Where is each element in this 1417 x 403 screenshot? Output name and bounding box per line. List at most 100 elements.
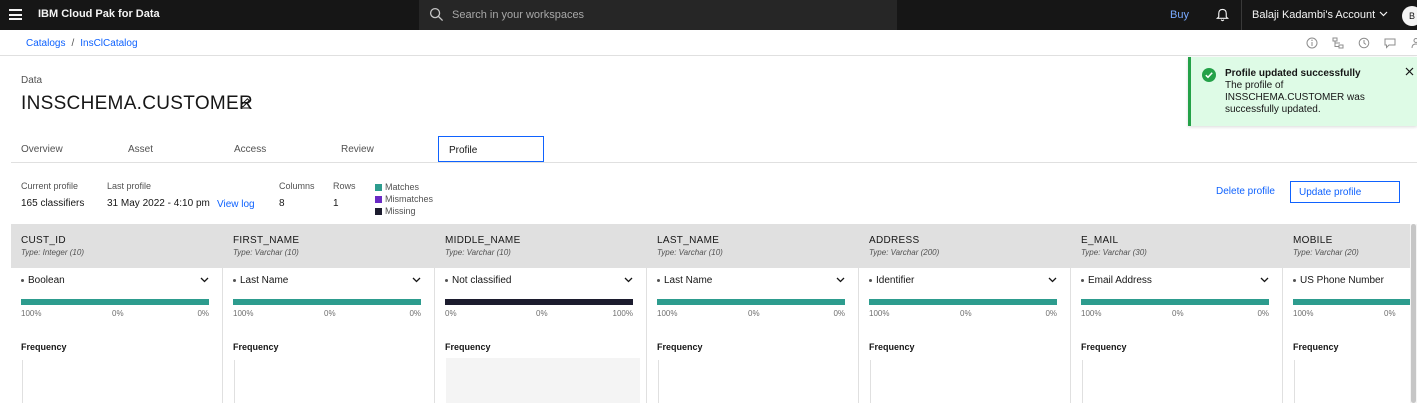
chevron-down-icon: [412, 275, 421, 286]
tab-profile[interactable]: Profile: [438, 136, 544, 162]
column-name: MOBILE: [1293, 235, 1333, 246]
chevron-down-icon: [1260, 275, 1269, 286]
column-header: CUST_ID Type: Integer (10): [11, 224, 222, 268]
asset-tabs: Overview Asset Access Review Profile: [11, 136, 1417, 163]
bullet-icon: [869, 278, 872, 282]
search-bar: [419, 0, 897, 30]
toast-title: Profile updated successfully: [1225, 68, 1361, 79]
classifier-dropdown[interactable]: Identifier: [869, 275, 1057, 289]
column-name: LAST_NAME: [657, 235, 720, 246]
quality-bar: [657, 299, 845, 305]
column-header: MIDDLE_NAME Type: Varchar (10): [435, 224, 646, 268]
column-type: Type: Varchar (30): [1081, 248, 1147, 257]
legend-swatch-missing: [375, 208, 382, 215]
breadcrumb: Catalogs / InsClCatalog: [26, 38, 138, 49]
mismatch-percent: 0%: [1384, 309, 1396, 318]
match-percent: 100%: [233, 309, 254, 318]
tab-overview[interactable]: Overview: [11, 136, 117, 162]
app-title[interactable]: IBM Cloud Pak for Data: [38, 8, 160, 20]
columns-label: Columns: [279, 181, 315, 191]
close-icon[interactable]: [1405, 67, 1414, 76]
column-type: Type: Varchar (10): [657, 248, 723, 257]
avatar[interactable]: B: [1402, 6, 1417, 26]
column-card: ADDRESS Type: Varchar (200) Identifier 100%…: [859, 224, 1071, 403]
column-header: MOBILE Type: Varchar (20): [1283, 224, 1411, 268]
quality-bar: [1081, 299, 1269, 305]
column-card: LAST_NAME Type: Varchar (10) Last Name 100%…: [647, 224, 859, 403]
search-input[interactable]: [452, 0, 882, 30]
missing-percent: 0%: [197, 309, 209, 318]
match-percent: 100%: [869, 309, 890, 318]
last-profile-value: 31 May 2022 - 4:10 pm: [107, 198, 210, 209]
legend-swatch-matches: [375, 184, 382, 191]
hamburger-menu-icon[interactable]: [9, 9, 22, 20]
tab-asset[interactable]: Asset: [118, 136, 224, 162]
column-name: MIDDLE_NAME: [445, 235, 521, 246]
success-toast: Profile updated successfully The profile…: [1188, 57, 1417, 126]
column-type: Type: Integer (10): [21, 248, 84, 257]
mismatch-percent: 0%: [748, 309, 760, 318]
mismatch-percent: 0%: [324, 309, 336, 318]
view-log-link[interactable]: View log: [217, 199, 255, 210]
match-percent: 100%: [21, 309, 42, 318]
classifier-dropdown[interactable]: Boolean: [21, 275, 209, 289]
classifier-dropdown[interactable]: Not classified: [445, 275, 633, 289]
chevron-down-icon: [836, 275, 845, 286]
frequency-label: Frequency: [21, 342, 67, 352]
current-profile-label: Current profile: [21, 181, 79, 191]
people-icon[interactable]: [1410, 37, 1417, 49]
buy-link[interactable]: Buy: [1170, 9, 1189, 21]
classifier-value: US Phone Number: [1300, 275, 1384, 286]
tab-review[interactable]: Review: [331, 136, 437, 162]
classifier-dropdown[interactable]: Last Name: [233, 275, 421, 289]
frequency-chart: [1082, 360, 1083, 403]
classifier-dropdown[interactable]: Email Address: [1081, 275, 1269, 289]
tab-access[interactable]: Access: [224, 136, 330, 162]
history-icon[interactable]: [1358, 37, 1370, 49]
info-icon[interactable]: [1306, 37, 1318, 49]
legend: Matches Mismatches Missing: [375, 182, 433, 218]
match-percent: 100%: [1081, 309, 1102, 318]
frequency-label: Frequency: [1293, 342, 1339, 352]
top-navigation-bar: IBM Cloud Pak for Data Buy Balaji Kadamb…: [0, 0, 1417, 30]
match-percent: 100%: [657, 309, 678, 318]
breadcrumb-catalog[interactable]: InsClCatalog: [80, 38, 137, 49]
scrollbar-thumb[interactable]: [1411, 224, 1416, 403]
quality-bar: [445, 299, 633, 305]
classifier-value: Last Name: [664, 275, 713, 286]
chevron-down-icon: [1379, 11, 1388, 17]
rows-value: 1: [333, 198, 339, 209]
breadcrumb-catalogs[interactable]: Catalogs: [26, 38, 65, 49]
comment-icon[interactable]: [1384, 37, 1396, 49]
legend-missing: Missing: [375, 206, 433, 218]
delete-profile-button[interactable]: Delete profile: [1216, 186, 1275, 197]
column-type: Type: Varchar (200): [869, 248, 940, 257]
match-percent: 0%: [445, 309, 457, 318]
checkmark-filled-icon: [1202, 68, 1216, 82]
toast-message: The profile of INSSCHEMA.CUSTOMER was su…: [1225, 80, 1365, 115]
account-switcher[interactable]: Balaji Kadambi's Account: [1241, 0, 1395, 30]
frequency-chart: [1294, 360, 1295, 403]
classifier-dropdown[interactable]: Last Name: [657, 275, 845, 289]
update-profile-button[interactable]: Update profile: [1290, 181, 1400, 203]
frequency-chart: [234, 360, 235, 403]
bullet-icon: [233, 278, 236, 282]
frequency-chart: [446, 358, 640, 403]
classifier-dropdown[interactable]: US Phone Number: [1293, 275, 1411, 289]
horizontal-scrollbar[interactable]: [1410, 224, 1417, 403]
missing-percent: 0%: [1257, 309, 1269, 318]
page-title: INSSCHEMA.CUSTOMER: [21, 93, 254, 114]
frequency-chart: [658, 360, 659, 403]
missing-percent: 0%: [1045, 309, 1057, 318]
column-header: ADDRESS Type: Varchar (200): [859, 224, 1070, 268]
bell-icon[interactable]: [1215, 7, 1230, 23]
column-card: E_MAIL Type: Varchar (30) Email Address 100…: [1071, 224, 1283, 403]
column-header: LAST_NAME Type: Varchar (10): [647, 224, 858, 268]
classifier-value: Not classified: [452, 275, 512, 286]
mismatch-percent: 0%: [536, 309, 548, 318]
column-card: CUST_ID Type: Integer (10) Boolean 100% 0% 0%…: [11, 224, 223, 403]
edit-icon[interactable]: [239, 97, 251, 109]
frequency-label: Frequency: [869, 342, 915, 352]
column-profiles: CUST_ID Type: Integer (10) Boolean 100% 0% 0%…: [11, 224, 1411, 403]
lineage-icon[interactable]: [1332, 37, 1344, 49]
